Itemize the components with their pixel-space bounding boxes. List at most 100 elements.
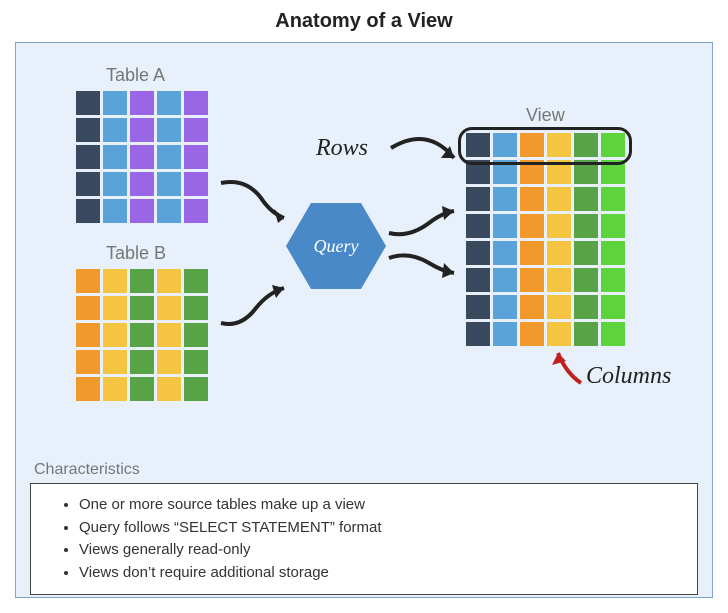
grid-cell [103, 145, 127, 169]
grid-cell [520, 268, 544, 292]
grid-cell [103, 296, 127, 320]
grid-cell [157, 91, 181, 115]
grid-cell [103, 350, 127, 374]
grid-cell [574, 295, 598, 319]
grid-cell [76, 269, 100, 293]
arrow-table-a-to-query [216, 173, 296, 233]
grid-cell [157, 172, 181, 196]
characteristics-item: Query follows “SELECT STATEMENT” format [79, 517, 673, 540]
grid-cell [76, 199, 100, 223]
grid-cell [184, 91, 208, 115]
grid-cell [157, 323, 181, 347]
grid-cell [130, 199, 154, 223]
arrow-query-to-view-bottom [384, 243, 464, 293]
grid-cell [493, 241, 517, 265]
grid-cell [466, 322, 490, 346]
grid-cell [103, 118, 127, 142]
grid-cell [601, 322, 625, 346]
grid-cell [76, 350, 100, 374]
grid-cell [103, 269, 127, 293]
arrow-table-b-to-query [216, 273, 296, 333]
grid-cell [184, 145, 208, 169]
grid-cell [184, 172, 208, 196]
grid-cell [493, 268, 517, 292]
grid-cell [184, 296, 208, 320]
grid-cell [130, 269, 154, 293]
grid-cell [130, 145, 154, 169]
grid-cell [184, 377, 208, 401]
grid-cell [76, 118, 100, 142]
grid-cell [130, 350, 154, 374]
grid-cell [157, 199, 181, 223]
grid-cell [76, 91, 100, 115]
grid-cell [466, 214, 490, 238]
characteristics-item: Views generally read-only [79, 539, 673, 562]
grid-cell [493, 214, 517, 238]
grid-cell [520, 322, 544, 346]
table-a-grid [76, 91, 208, 223]
grid-cell [547, 295, 571, 319]
grid-cell [130, 296, 154, 320]
table-a-label: Table A [106, 65, 165, 86]
view-label: View [526, 105, 565, 126]
grid-cell [130, 118, 154, 142]
characteristics-label: Characteristics [34, 461, 140, 479]
grid-cell [574, 187, 598, 211]
grid-cell [184, 199, 208, 223]
grid-cell [76, 323, 100, 347]
query-hexagon: Query [286, 203, 386, 289]
columns-annotation: Columns [586, 363, 671, 390]
grid-cell [601, 268, 625, 292]
grid-cell [574, 268, 598, 292]
characteristics-item: One or more source tables make up a view [79, 494, 673, 517]
rows-highlight [458, 127, 632, 165]
rows-annotation: Rows [316, 135, 368, 162]
grid-cell [466, 241, 490, 265]
grid-cell [184, 118, 208, 142]
grid-cell [547, 241, 571, 265]
grid-cell [547, 214, 571, 238]
grid-cell [103, 91, 127, 115]
grid-cell [157, 350, 181, 374]
grid-cell [130, 172, 154, 196]
grid-cell [157, 145, 181, 169]
grid-cell [157, 377, 181, 401]
grid-cell [601, 295, 625, 319]
grid-cell [601, 241, 625, 265]
grid-cell [103, 199, 127, 223]
grid-cell [601, 214, 625, 238]
table-b-label: Table B [106, 243, 166, 264]
grid-cell [547, 187, 571, 211]
diagram-panel: Table A Table B View Query Rows Columns … [15, 42, 713, 598]
grid-cell [466, 295, 490, 319]
grid-cell [157, 269, 181, 293]
grid-cell [76, 296, 100, 320]
grid-cell [157, 118, 181, 142]
grid-cell [520, 187, 544, 211]
grid-cell [547, 268, 571, 292]
grid-cell [157, 296, 181, 320]
grid-cell [574, 214, 598, 238]
grid-cell [520, 214, 544, 238]
grid-cell [520, 241, 544, 265]
grid-cell [493, 322, 517, 346]
grid-cell [574, 241, 598, 265]
grid-cell [103, 323, 127, 347]
grid-cell [466, 187, 490, 211]
characteristics-list: One or more source tables make up a view… [79, 494, 673, 584]
grid-cell [130, 323, 154, 347]
arrow-rows-to-view [386, 133, 466, 183]
characteristics-item: Views don’t require additional storage [79, 562, 673, 585]
table-b-grid [76, 269, 208, 401]
grid-cell [103, 172, 127, 196]
grid-cell [520, 295, 544, 319]
grid-cell [493, 295, 517, 319]
page-title: Anatomy of a View [0, 0, 728, 41]
grid-cell [76, 145, 100, 169]
grid-cell [184, 350, 208, 374]
grid-cell [130, 377, 154, 401]
grid-cell [130, 91, 154, 115]
grid-cell [76, 172, 100, 196]
grid-cell [76, 377, 100, 401]
grid-cell [184, 323, 208, 347]
